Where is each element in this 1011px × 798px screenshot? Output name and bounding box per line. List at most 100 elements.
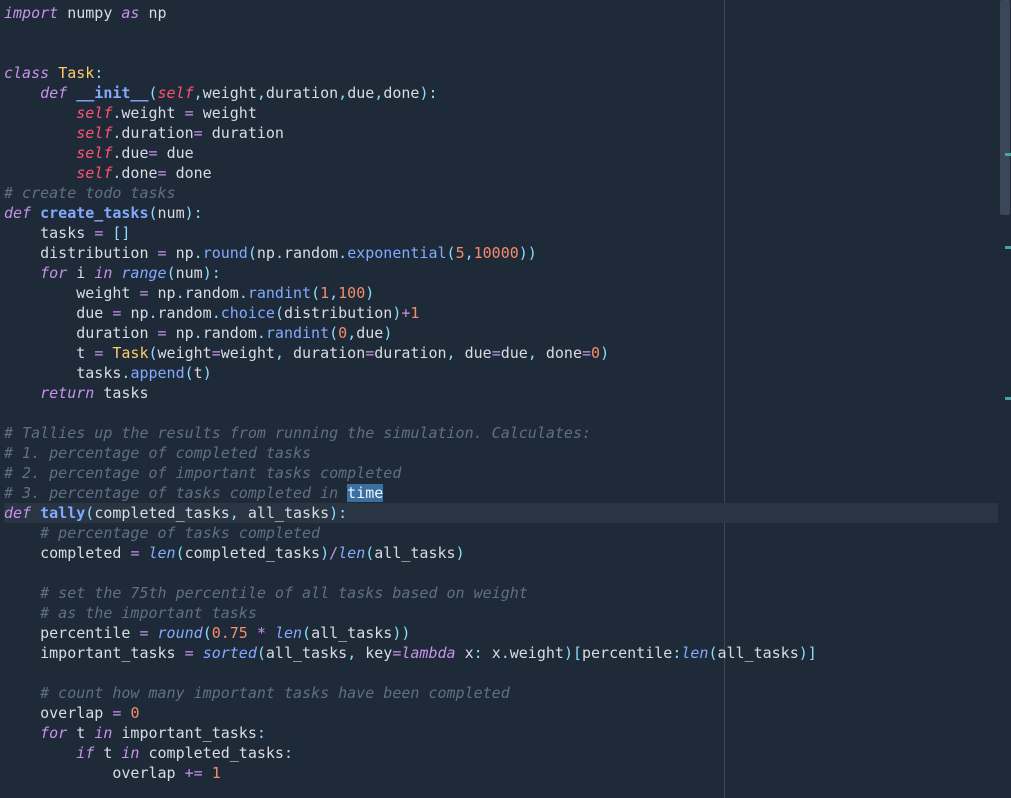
token-whitespace bbox=[85, 264, 94, 282]
code-line[interactable]: # set the 75th percentile of all tasks b… bbox=[4, 583, 998, 603]
code-line[interactable] bbox=[4, 43, 998, 63]
token-attr: due bbox=[501, 344, 528, 362]
code-line[interactable] bbox=[4, 23, 998, 43]
code-line[interactable]: self.duration= duration bbox=[4, 123, 998, 143]
code-line[interactable] bbox=[4, 403, 998, 423]
token-whitespace bbox=[4, 544, 40, 562]
token-whitespace bbox=[167, 324, 176, 342]
code-line[interactable]: if t in completed_tasks: bbox=[4, 743, 998, 763]
token-attr: completed_tasks bbox=[185, 544, 320, 562]
token-punct: ( bbox=[302, 624, 311, 642]
token-punct: : bbox=[284, 744, 293, 762]
code-line[interactable]: return tasks bbox=[4, 383, 998, 403]
code-line[interactable]: t = Task(weight=weight, duration=duratio… bbox=[4, 343, 998, 363]
code-line[interactable]: for t in important_tasks: bbox=[4, 723, 998, 743]
token-op: = bbox=[94, 344, 103, 362]
token-whitespace bbox=[4, 264, 40, 282]
code-line[interactable]: import numpy as np bbox=[4, 3, 998, 23]
code-line[interactable]: def create_tasks(num): bbox=[4, 203, 998, 223]
token-punct: ( bbox=[149, 84, 158, 102]
token-punct: ( bbox=[329, 324, 338, 342]
code-line[interactable]: completed = len(completed_tasks)/len(all… bbox=[4, 543, 998, 563]
token-param: all_tasks bbox=[248, 504, 329, 522]
code-line[interactable]: # 3. percentage of tasks completed in ti… bbox=[4, 483, 998, 503]
token-whitespace bbox=[194, 644, 203, 662]
token-num: 1 bbox=[320, 284, 329, 302]
token-op: = bbox=[139, 284, 148, 302]
code-line[interactable]: # as the important tasks bbox=[4, 603, 998, 623]
token-whitespace bbox=[176, 644, 185, 662]
code-line[interactable]: def __init__(self,weight,duration,due,do… bbox=[4, 83, 998, 103]
token-whitespace bbox=[85, 344, 94, 362]
token-num: 5 bbox=[456, 244, 465, 262]
token-punct: , bbox=[338, 84, 347, 102]
token-fncall: choice bbox=[221, 304, 275, 322]
token-whitespace bbox=[266, 624, 275, 642]
token-attr: weight bbox=[203, 104, 257, 122]
code-line[interactable]: for i in range(num): bbox=[4, 263, 998, 283]
token-attr: duration bbox=[293, 344, 365, 362]
code-line[interactable]: # 2. percentage of important tasks compl… bbox=[4, 463, 998, 483]
code-line[interactable]: tasks = [] bbox=[4, 223, 998, 243]
code-line[interactable]: # Tallies up the results from running th… bbox=[4, 423, 998, 443]
token-cmt: # 1. percentage of completed tasks bbox=[4, 444, 311, 462]
token-attr: num bbox=[176, 264, 203, 282]
token-attr: np bbox=[257, 244, 275, 262]
token-punct: ): bbox=[185, 204, 203, 222]
token-punct: ( bbox=[447, 244, 456, 262]
token-whitespace bbox=[4, 84, 40, 102]
token-punct: ( bbox=[176, 544, 185, 562]
token-attr: np bbox=[158, 284, 176, 302]
code-line[interactable]: class Task: bbox=[4, 63, 998, 83]
code-line[interactable]: distribution = np.round(np.random.expone… bbox=[4, 243, 998, 263]
token-punct: . bbox=[275, 244, 284, 262]
code-line[interactable]: overlap = 0 bbox=[4, 703, 998, 723]
scroll-thumb[interactable] bbox=[1000, 0, 1010, 215]
token-kw: if bbox=[76, 744, 94, 762]
code-line[interactable] bbox=[4, 663, 998, 683]
token-punct: . bbox=[212, 304, 221, 322]
code-line[interactable]: self.due= due bbox=[4, 143, 998, 163]
code-line[interactable]: self.weight = weight bbox=[4, 103, 998, 123]
code-editor[interactable]: import numpy as np class Task: def __ini… bbox=[0, 0, 1011, 798]
token-whitespace bbox=[139, 4, 148, 22]
token-kw2: in bbox=[121, 744, 139, 762]
code-line[interactable]: tasks.append(t) bbox=[4, 363, 998, 383]
code-line[interactable]: duration = np.random.randint(0,due) bbox=[4, 323, 998, 343]
code-line[interactable]: due = np.random.choice(distribution)+1 bbox=[4, 303, 998, 323]
code-area[interactable]: import numpy as np class Task: def __ini… bbox=[0, 0, 998, 798]
code-line[interactable]: self.done= done bbox=[4, 163, 998, 183]
code-line[interactable]: overlap += 1 bbox=[4, 763, 998, 783]
code-line[interactable]: def tally(completed_tasks, all_tasks): bbox=[4, 503, 998, 523]
token-fncall: round bbox=[203, 244, 248, 262]
token-whitespace bbox=[4, 584, 40, 602]
token-whitespace bbox=[49, 64, 58, 82]
code-line[interactable]: # count how many important tasks have be… bbox=[4, 683, 998, 703]
code-line[interactable] bbox=[4, 563, 998, 583]
token-kw: def bbox=[4, 204, 31, 222]
token-op: = bbox=[185, 104, 194, 122]
token-whitespace bbox=[537, 344, 546, 362]
token-attr: completed_tasks bbox=[149, 744, 284, 762]
token-punct: . bbox=[338, 244, 347, 262]
token-op: = bbox=[94, 224, 103, 242]
code-line[interactable]: # 1. percentage of completed tasks bbox=[4, 443, 998, 463]
token-kw: for bbox=[40, 724, 67, 742]
token-attr: all_tasks bbox=[311, 624, 392, 642]
code-line[interactable]: # create todo tasks bbox=[4, 183, 998, 203]
token-whitespace bbox=[149, 324, 158, 342]
code-line[interactable]: weight = np.random.randint(1,100) bbox=[4, 283, 998, 303]
token-param: done bbox=[383, 84, 419, 102]
token-op: = bbox=[149, 144, 158, 162]
code-line[interactable]: important_tasks = sorted(all_tasks, key=… bbox=[4, 643, 998, 663]
token-self: self bbox=[76, 124, 112, 142]
token-punct: ) bbox=[600, 344, 609, 362]
token-self: self bbox=[76, 104, 112, 122]
code-line[interactable]: # percentage of tasks completed bbox=[4, 523, 998, 543]
token-param: due bbox=[347, 84, 374, 102]
vertical-scrollbar[interactable] bbox=[999, 0, 1011, 798]
token-whitespace bbox=[139, 544, 148, 562]
code-line[interactable]: percentile = round(0.75 * len(all_tasks)… bbox=[4, 623, 998, 643]
token-attr: t bbox=[76, 344, 85, 362]
token-whitespace bbox=[4, 364, 76, 382]
